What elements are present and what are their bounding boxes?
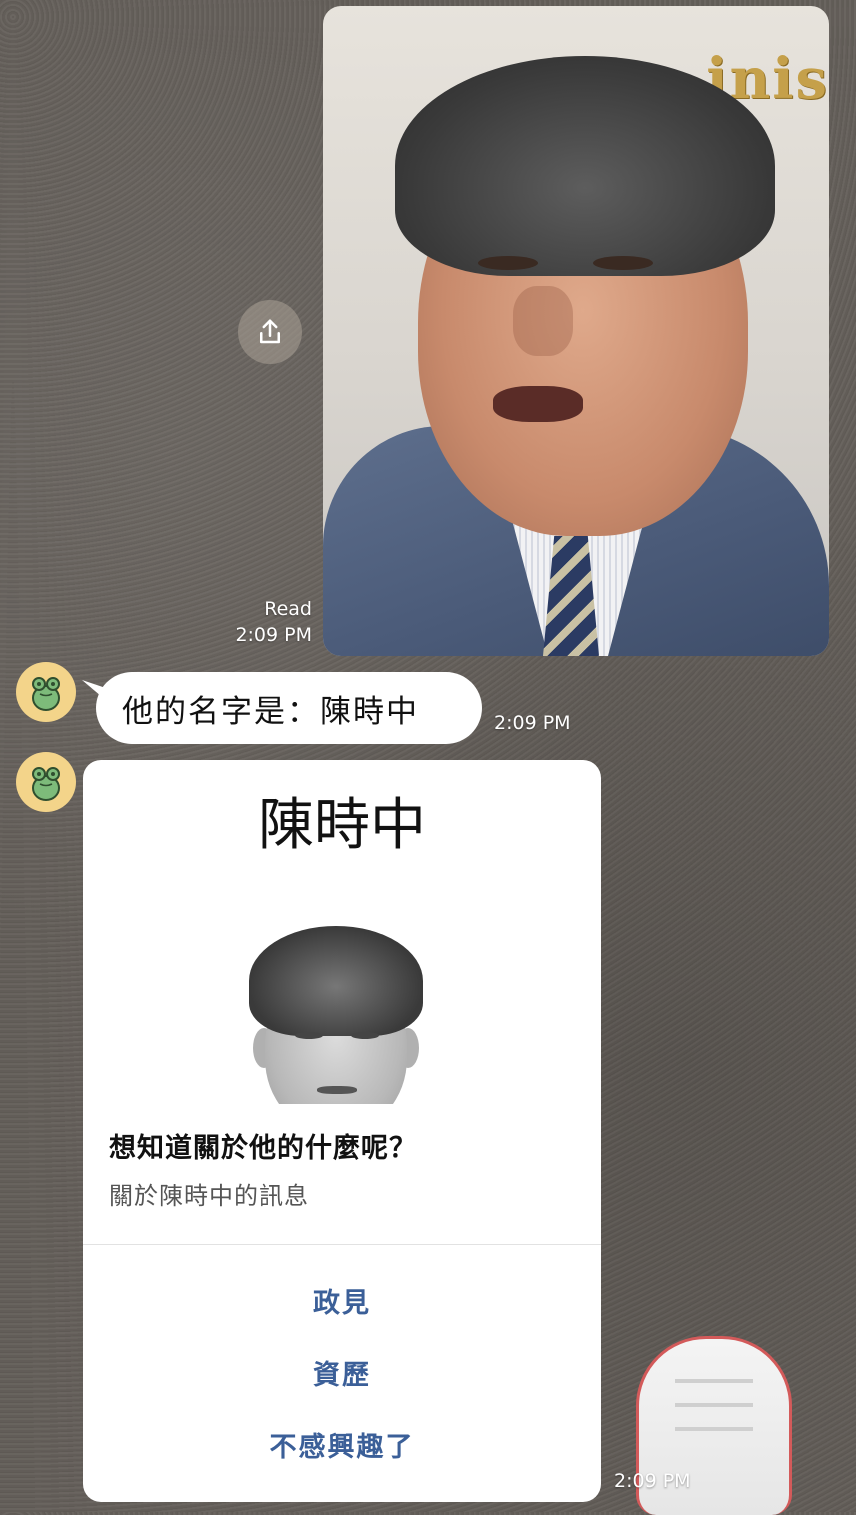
portrait-mouth (317, 1086, 357, 1094)
card-timestamp: 2:09 PM (614, 1470, 691, 1492)
share-button[interactable] (238, 300, 302, 364)
bot-message-text: 他的名字是：陳時中 (122, 693, 419, 730)
portrait-eye (351, 1032, 379, 1039)
bot-avatar[interactable] (16, 752, 76, 812)
card-divider (83, 1244, 601, 1245)
photo-eye-left (478, 256, 538, 270)
sent-photo[interactable]: inis (323, 6, 829, 656)
photo-mouth (493, 386, 583, 422)
portrait-eye (295, 1032, 323, 1039)
shoe-lace (675, 1403, 753, 1407)
portrait-hair (249, 926, 423, 1036)
photo-hair (395, 56, 775, 276)
card-title: 陳時中 (258, 793, 426, 858)
action-not-interested-button[interactable]: 不感興趣了 (83, 1418, 601, 1478)
frog-avatar-icon (32, 677, 60, 711)
photo-nose (513, 286, 573, 356)
frog-avatar-icon (32, 767, 60, 801)
chat-area: inis Read 2:09 PM 他的名字是：陳時中 2:09 PM 陳時中 … (0, 0, 856, 1515)
profile-card: 陳時中 想知道關於他的什麼呢？ 關於陳時中的訊息 政見 資歷 不感興趣了 (83, 760, 601, 1502)
action-policy-button[interactable]: 政見 (83, 1274, 601, 1334)
shoe-lace (675, 1379, 753, 1383)
sent-timestamp: 2:09 PM (235, 624, 312, 646)
card-question: 想知道關於他的什麼呢？ (109, 1133, 417, 1164)
photo-eye-right (593, 256, 653, 270)
bot-message-bubble: 他的名字是：陳時中 (96, 672, 482, 744)
card-portrait (243, 920, 429, 1104)
read-receipt: Read (264, 598, 312, 620)
sent-message-meta: Read 2:09 PM (200, 596, 312, 648)
bot-message-timestamp: 2:09 PM (494, 712, 571, 734)
card-subtitle: 關於陳時中的訊息 (109, 1182, 309, 1210)
share-icon (260, 319, 280, 344)
shoe-lace (675, 1427, 753, 1431)
bot-avatar[interactable] (16, 662, 76, 722)
action-experience-button[interactable]: 資歷 (83, 1346, 601, 1406)
